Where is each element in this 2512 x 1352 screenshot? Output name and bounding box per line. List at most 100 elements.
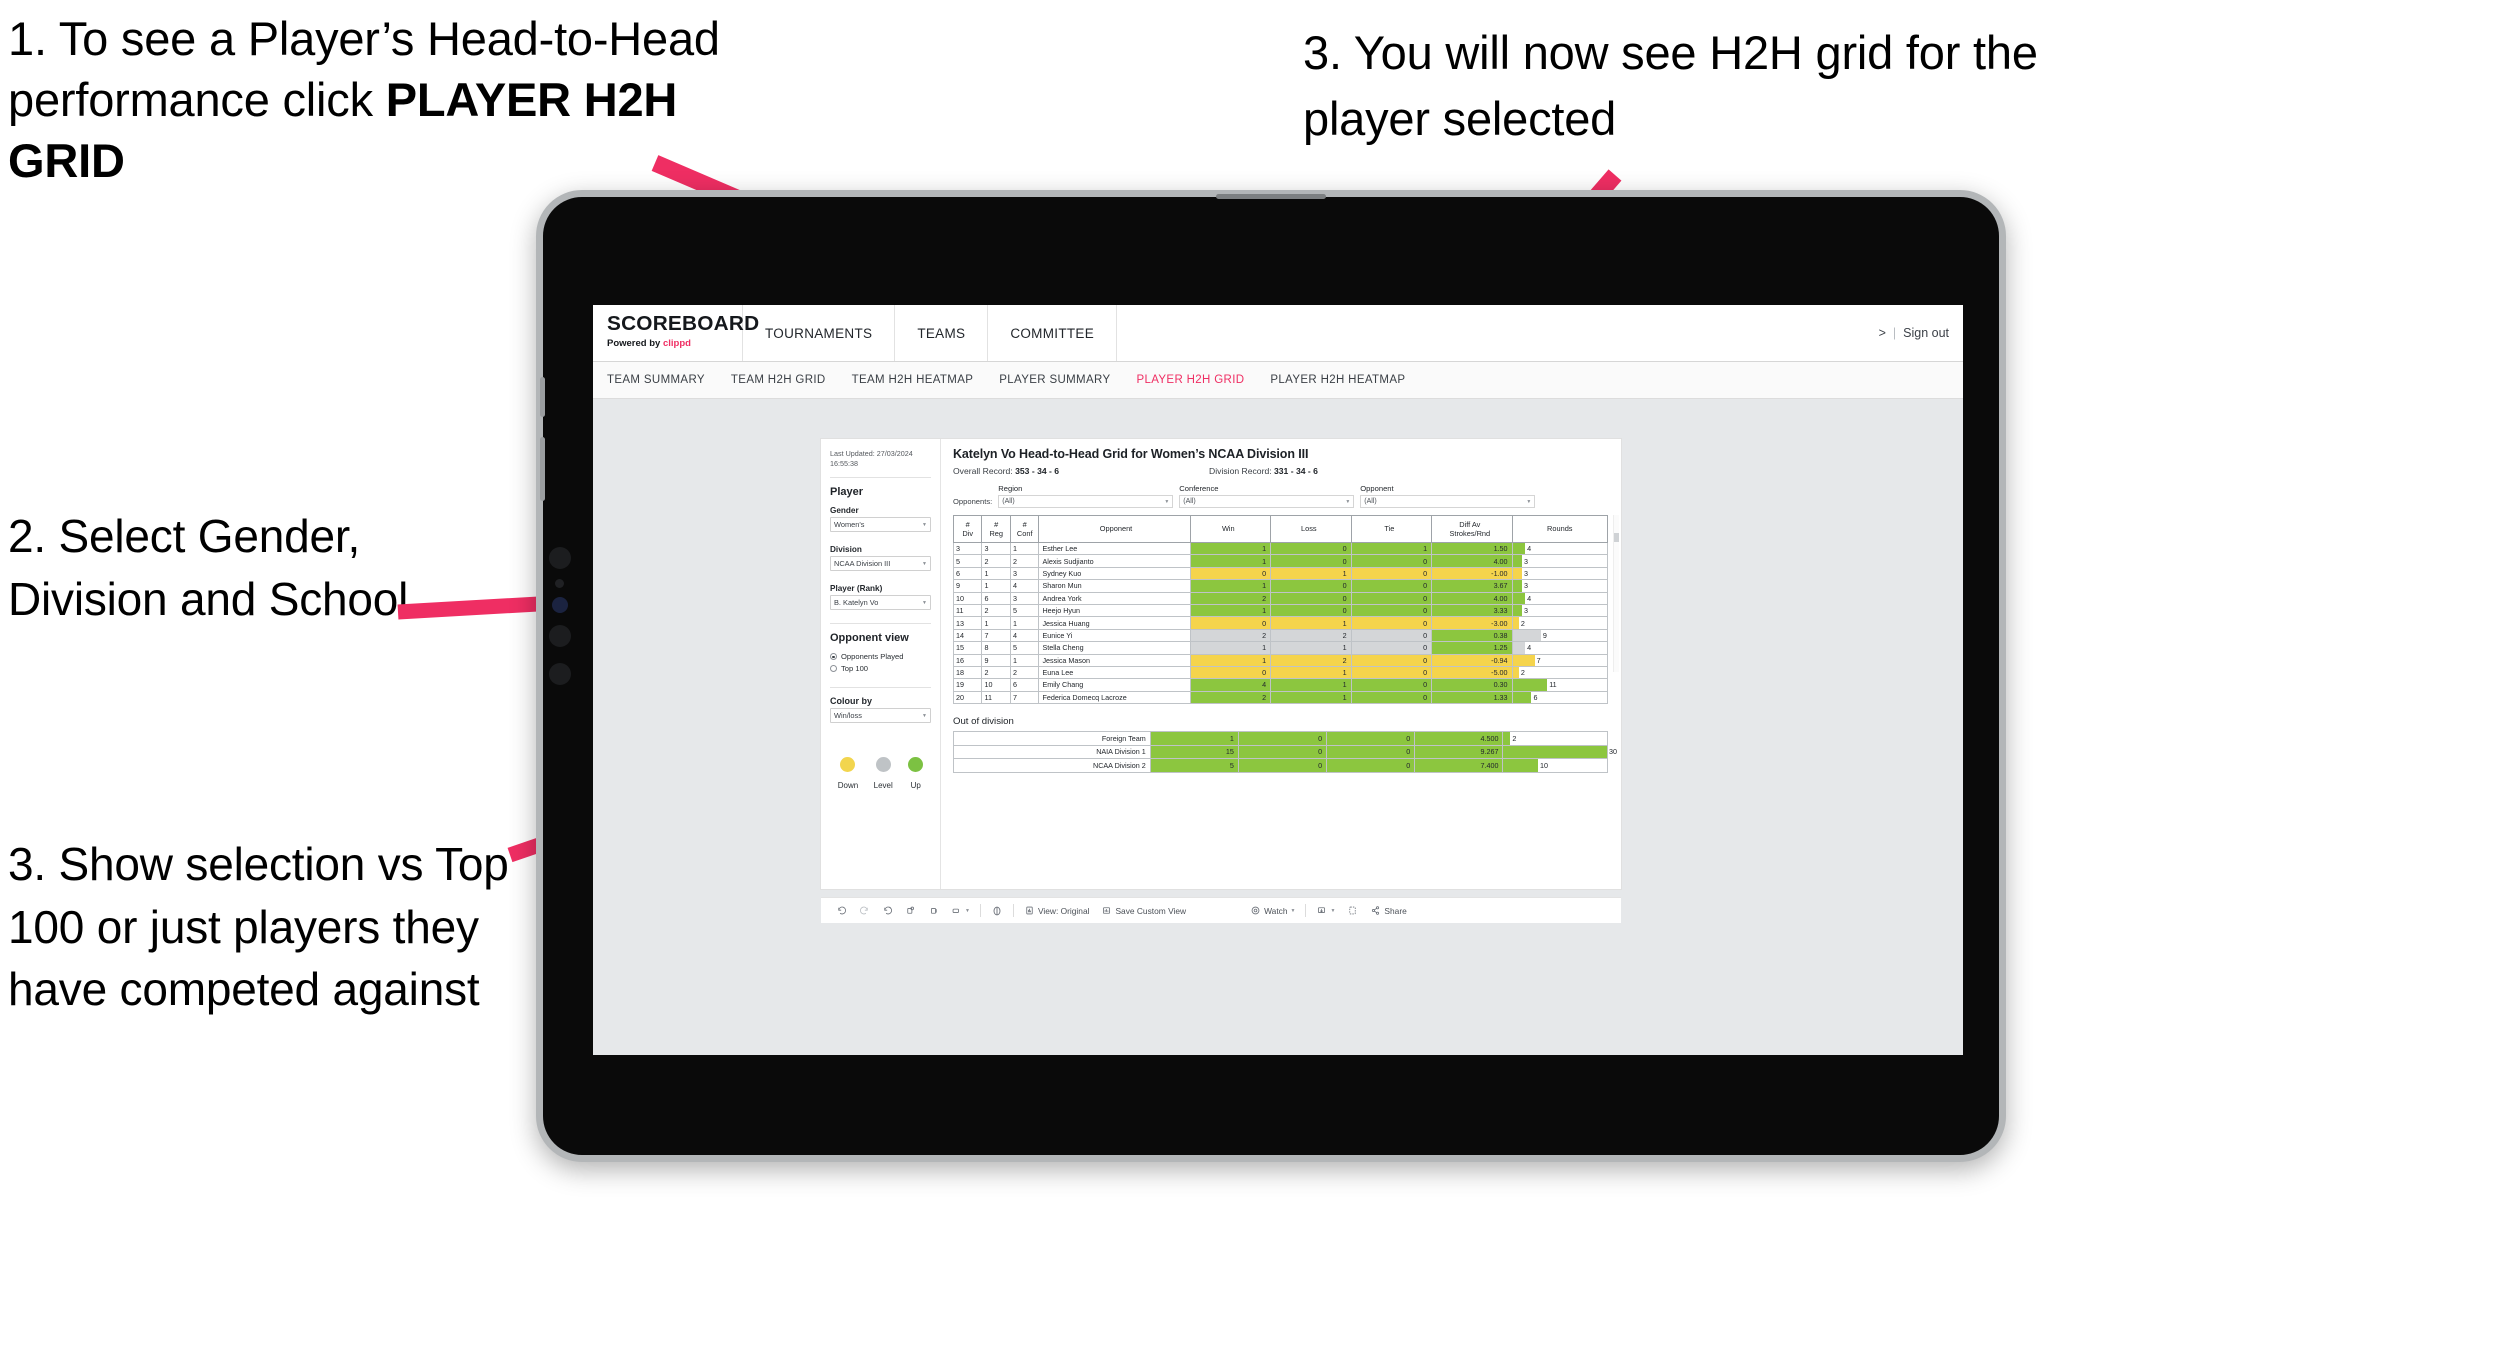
conference-select[interactable]: (All) ▼ [1179, 495, 1355, 508]
cell-tie: 0 [1326, 731, 1416, 746]
gender-select[interactable]: Women's ▼ [830, 517, 931, 533]
region-filter: Region (All) ▼ [998, 484, 1174, 508]
annotation-3: 3. Show selection vs Top 100 or just pla… [8, 838, 509, 1016]
table-row[interactable]: 5 2 2 Alexis Sudjianto 1 0 0 4.00 3 [952, 554, 1609, 568]
tab-team-h2h-heatmap[interactable]: TEAM H2H HEATMAP [852, 374, 974, 386]
cell-diff: 4.00 [1431, 554, 1513, 568]
tab-player-h2h-grid[interactable]: PLAYER H2H GRID [1136, 374, 1244, 386]
pause-updates-button[interactable] [922, 905, 945, 916]
table-row[interactable]: Foreign Team 1 0 0 4.500 2 [953, 731, 1608, 746]
th-tie: Tie [1350, 515, 1433, 543]
cell-opponent: Heejo Hyun [1038, 603, 1191, 618]
tab-player-summary[interactable]: PLAYER SUMMARY [999, 374, 1110, 386]
cell-win: 1 [1149, 731, 1239, 746]
rounds-bar [1512, 654, 1535, 666]
cell-tie: 0 [1350, 616, 1433, 630]
cell-win: 4 [1189, 678, 1272, 692]
share-button[interactable]: Share [1364, 905, 1412, 916]
account-chevron-icon[interactable]: > [1879, 326, 1886, 340]
cell-rounds: 3 [1511, 554, 1609, 568]
cell-div: 5 [952, 554, 983, 568]
save-custom-view-button[interactable]: Save Custom View [1095, 905, 1192, 916]
out-of-division-body: Foreign Team 1 0 0 4.500 2 NAIA Division 1 15 0 0… [953, 731, 1617, 773]
cell-tie: 0 [1350, 579, 1433, 593]
radio-opponents-played[interactable]: Opponents Played [830, 652, 931, 661]
cell-rounds: 10 [1502, 758, 1608, 773]
table-row[interactable]: 15 8 5 Stella Cheng 1 1 0 1.25 4 [952, 641, 1609, 655]
table-scrollbar-thumb[interactable] [1614, 533, 1619, 542]
division-record-label: Division Record: [1209, 466, 1274, 476]
cell-rounds: 30 [1502, 744, 1617, 760]
cell-conf: 5 [1009, 641, 1040, 655]
cell-div: 18 [952, 665, 983, 680]
top-nav-committee[interactable]: COMMITTEE [988, 305, 1118, 361]
table-row[interactable]: 19 10 6 Emily Chang 4 1 0 0.30 11 [952, 678, 1609, 692]
cell-div: 15 [952, 641, 983, 655]
cell-diff: 4.00 [1431, 591, 1513, 605]
gender-filter: Gender Women's ▼ [830, 506, 931, 533]
table-row[interactable]: 6 1 3 Sydney Kuo 0 1 0 -1.00 3 [952, 566, 1609, 581]
table-row[interactable]: 11 2 5 Heejo Hyun 1 0 0 3.33 3 [952, 603, 1609, 618]
th-div: # Div [952, 515, 983, 543]
cell-win: 0 [1189, 665, 1272, 680]
revert-button[interactable] [876, 905, 899, 916]
player-rank-select[interactable]: B. Katelyn Vo ▼ [830, 595, 931, 611]
colour-by-select[interactable]: Win/loss ▼ [830, 708, 931, 724]
table-row[interactable]: 16 9 1 Jessica Mason 1 2 0 -0.94 7 [952, 653, 1609, 667]
pause-auto-updates-button[interactable] [985, 905, 1009, 917]
cell-win: 1 [1189, 554, 1272, 568]
fullscreen-button[interactable] [1341, 905, 1364, 916]
table-row[interactable]: 18 2 2 Euna Lee 0 1 0 -5.00 2 [952, 665, 1609, 680]
opponent-select[interactable]: (All) ▼ [1360, 495, 1536, 508]
tablet-power-button[interactable] [540, 377, 545, 417]
radio-top-100[interactable]: Top 100 [830, 664, 931, 673]
tab-team-summary[interactable]: TEAM SUMMARY [607, 374, 705, 386]
cell-conf: 6 [1009, 678, 1040, 692]
download-button[interactable]: ▼ [1310, 905, 1341, 916]
table-row[interactable]: 13 1 1 Jessica Huang 0 1 0 -3.00 2 [952, 616, 1609, 630]
rounds-value: 30 [1609, 747, 1617, 757]
table-row[interactable]: 3 3 1 Esther Lee 1 0 1 1.50 4 [952, 541, 1609, 556]
tablet-volume-button[interactable] [540, 437, 545, 501]
watch-button[interactable]: Watch ▼ [1244, 905, 1301, 916]
view-original-button[interactable]: View: Original [1018, 905, 1096, 916]
radio-top-100-label: Top 100 [841, 664, 869, 674]
table-row[interactable]: 10 6 3 Andrea York 2 0 0 4.00 4 [952, 591, 1609, 605]
rounds-bar [1503, 732, 1511, 745]
rounds-value: 2 [1520, 618, 1525, 628]
refresh-data-button[interactable] [899, 905, 922, 916]
top-nav-tournaments[interactable]: TOURNAMENTS [743, 305, 896, 361]
tab-player-h2h-heatmap[interactable]: PLAYER H2H HEATMAP [1270, 374, 1405, 386]
brand-logo[interactable]: SCOREBOARD Powered by clippd [593, 305, 759, 361]
chevron-down-icon: ▼ [922, 560, 927, 567]
rounds-bar [1512, 679, 1548, 691]
region-select[interactable]: (All) ▼ [998, 495, 1174, 508]
sign-out-link[interactable]: Sign out [1903, 326, 1949, 340]
cell-opponent: Sydney Kuo [1038, 566, 1191, 581]
cell-conf: 4 [1009, 628, 1040, 643]
rounds-value: 4 [1527, 643, 1532, 653]
cell-reg: 9 [981, 653, 1011, 667]
table-row[interactable]: NAIA Division 1 15 0 0 9.267 30 [953, 744, 1617, 760]
cell-rounds: 2 [1511, 616, 1609, 630]
top-nav-teams[interactable]: TEAMS [895, 305, 989, 361]
cell-reg: 2 [981, 603, 1011, 618]
account-area: > | Sign out [1879, 305, 1963, 361]
division-select[interactable]: NCAA Division III ▼ [830, 556, 931, 572]
cell-conf: 4 [1009, 579, 1040, 593]
table-row[interactable]: 9 1 4 Sharon Mun 1 0 0 3.67 3 [952, 579, 1609, 593]
table-row[interactable]: 20 11 7 Federica Domecq Lacroze 2 1 0 1.33 6 [952, 690, 1609, 705]
redo-button[interactable] [853, 905, 876, 916]
dashboard-canvas: Last Updated: 27/03/2024 16:55:38 Player… [593, 399, 1963, 1055]
table-row[interactable]: 14 7 4 Eunice Yi 2 2 0 0.38 9 [952, 628, 1609, 643]
table-row[interactable]: NCAA Division 2 5 0 0 7.400 10 [953, 758, 1608, 773]
device-layout-button[interactable]: ▼ [945, 905, 976, 916]
cell-reg: 11 [981, 690, 1011, 705]
cell-reg: 2 [981, 665, 1011, 680]
cell-reg: 3 [981, 541, 1011, 556]
undo-button[interactable] [830, 905, 853, 916]
view-original-label: View: Original [1037, 905, 1090, 916]
opponent-view-heading: Opponent view [830, 632, 909, 645]
cell-win: 5 [1149, 758, 1239, 773]
tab-team-h2h-grid[interactable]: TEAM H2H GRID [731, 374, 826, 386]
